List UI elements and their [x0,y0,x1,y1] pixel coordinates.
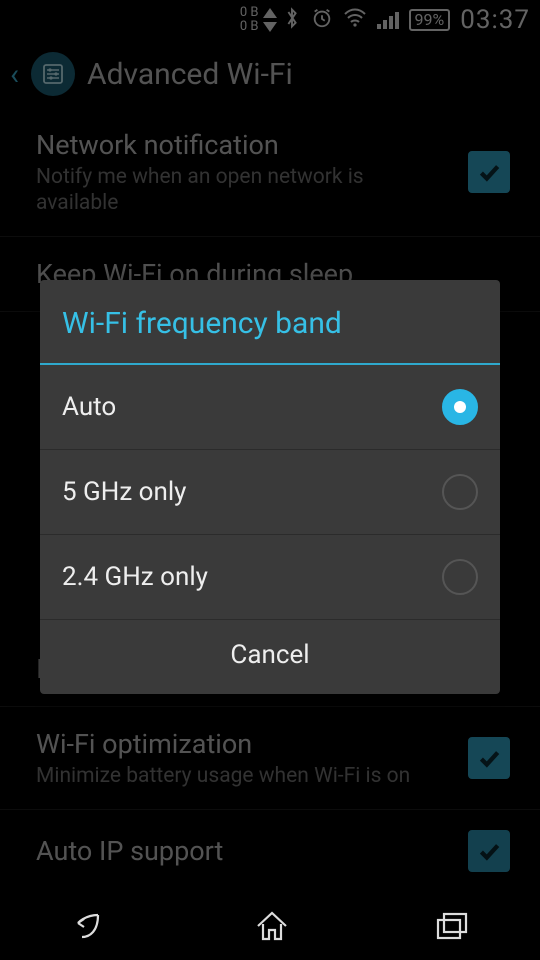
radio-auto[interactable] [442,389,478,425]
dialog-title: Wi-Fi frequency band [40,280,500,365]
option-label: 2.4 GHz only [62,562,208,592]
option-label: 5 GHz only [62,477,186,507]
nav-home-icon[interactable] [252,908,292,948]
nav-back-icon[interactable] [70,909,112,947]
dialog-scrim[interactable]: Wi-Fi frequency band Auto 5 GHz only 2.4… [0,0,540,960]
option-auto[interactable]: Auto [40,365,500,450]
radio-5ghz[interactable] [442,474,478,510]
option-5ghz[interactable]: 5 GHz only [40,450,500,535]
option-label: Auto [62,392,116,422]
dialog-wifi-frequency-band: Wi-Fi frequency band Auto 5 GHz only 2.4… [40,280,500,694]
nav-recent-icon[interactable] [432,910,470,946]
navigation-bar [0,895,540,960]
cancel-button[interactable]: Cancel [40,620,500,694]
option-24ghz[interactable]: 2.4 GHz only [40,535,500,620]
radio-24ghz[interactable] [442,559,478,595]
